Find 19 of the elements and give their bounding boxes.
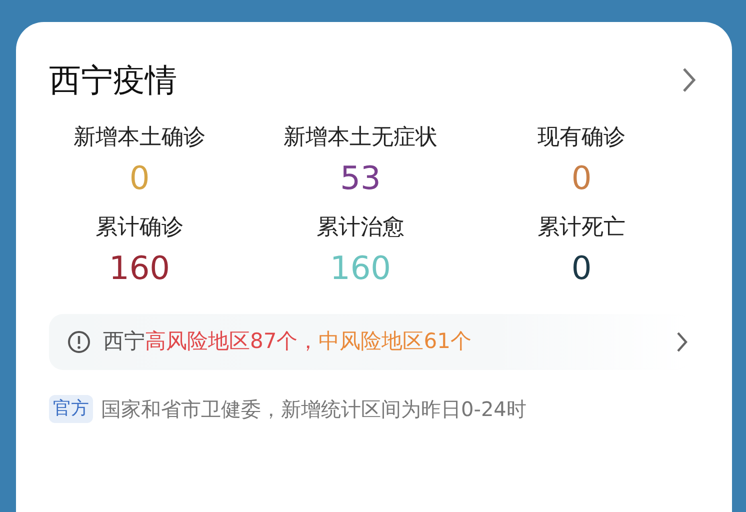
stat-value: 0 — [571, 248, 592, 289]
stat-value: 160 — [108, 248, 170, 289]
stat-label: 累计治愈 — [316, 214, 404, 242]
info-icon — [67, 330, 91, 354]
stat-label: 累计死亡 — [538, 214, 626, 242]
chevron-right-icon — [676, 331, 688, 353]
stat-label: 新增本土确诊 — [74, 124, 206, 152]
stat-value: 160 — [330, 248, 392, 289]
stat-label: 累计确诊 — [96, 214, 184, 242]
chevron-right-icon[interactable] — [682, 67, 696, 93]
stat-value: 0 — [129, 158, 150, 199]
stat-value: 53 — [340, 158, 381, 199]
risk-notice-text: 西宁高风险地区87个，中风险地区61个 — [103, 328, 472, 356]
source-note: 国家和省市卫健委，新增统计区间为昨日0-24时 — [101, 396, 526, 423]
card-title: 西宁疫情 — [49, 60, 177, 101]
official-badge: 官方 — [49, 395, 93, 423]
stat-label: 新增本土无症状 — [284, 124, 438, 152]
stat-value: 0 — [571, 158, 592, 199]
stat-label: 现有确诊 — [538, 124, 626, 152]
